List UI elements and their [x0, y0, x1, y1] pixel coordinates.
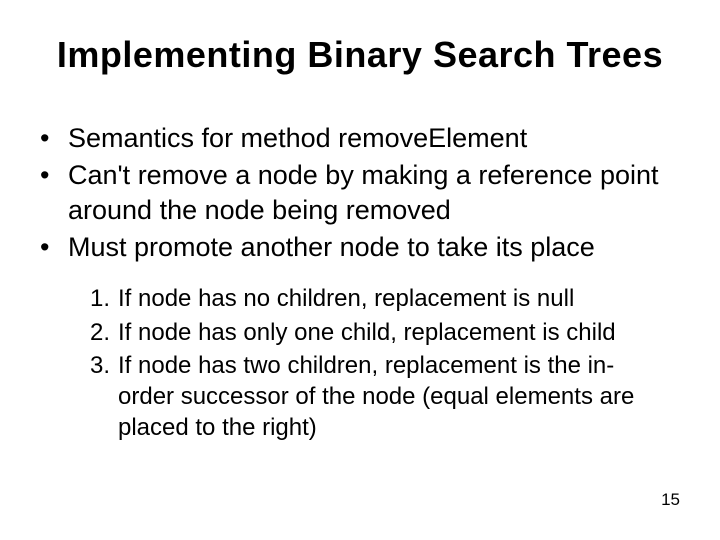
- bullet-item: Can't remove a node by making a referenc…: [40, 158, 690, 228]
- numbered-item: If node has only one child, replacement …: [90, 317, 650, 348]
- slide-title: Implementing Binary Search Trees: [30, 34, 690, 76]
- slide: Implementing Binary Search Trees Semanti…: [0, 0, 720, 540]
- bullet-item: Semantics for method removeElement: [40, 121, 690, 156]
- bullet-item: Must promote another node to take its pl…: [40, 230, 690, 265]
- numbered-item: If node has no children, replacement is …: [90, 283, 650, 314]
- page-number: 15: [661, 490, 680, 510]
- numbered-list: If node has no children, replacement is …: [30, 283, 650, 443]
- numbered-item: If node has two children, replacement is…: [90, 350, 650, 444]
- bullet-list: Semantics for method removeElement Can't…: [30, 121, 690, 265]
